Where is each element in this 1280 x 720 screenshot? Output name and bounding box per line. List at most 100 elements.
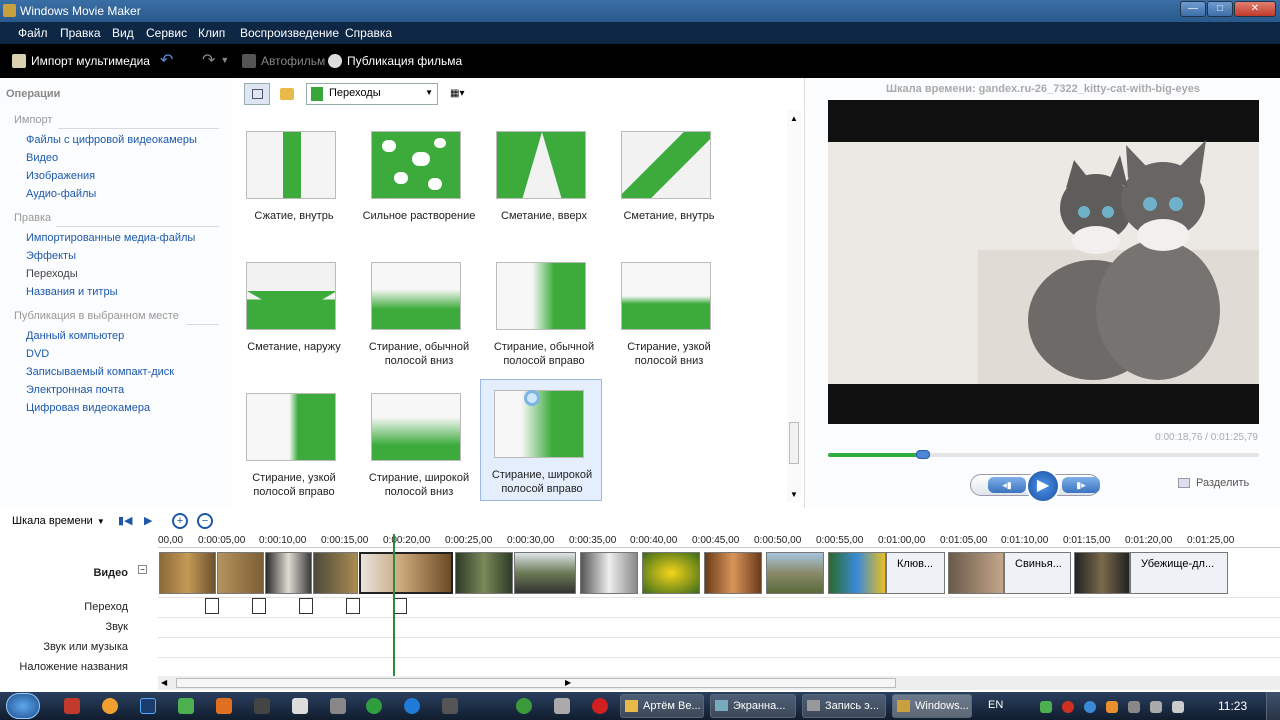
transition-marker[interactable] xyxy=(205,598,219,614)
menu-service[interactable]: Сервис xyxy=(146,26,187,40)
maximize-button[interactable]: □ xyxy=(1207,1,1233,17)
video-clip[interactable] xyxy=(514,552,576,594)
task-audio[interactable]: Аудио-файлы xyxy=(26,188,96,200)
minimize-button[interactable]: — xyxy=(1180,1,1206,17)
timeline-mode-button[interactable]: Шкала времени ▼ xyxy=(12,515,105,527)
clock[interactable]: 11:23 xyxy=(1218,699,1247,713)
tray-icon[interactable] xyxy=(1128,701,1140,713)
tray-icon[interactable] xyxy=(1084,701,1096,713)
menu-view[interactable]: Вид xyxy=(112,26,134,40)
tray-icon[interactable] xyxy=(1040,701,1052,713)
video-clip[interactable]: Свинья... xyxy=(1004,552,1071,594)
video-clip[interactable]: Убежище-дл... xyxy=(1130,552,1228,594)
video-clip[interactable]: Клюв... xyxy=(886,552,945,594)
redo-button[interactable]: ↷ ▼ xyxy=(202,50,229,70)
transition-tile[interactable]: Стирание, широкой полосой вниз xyxy=(357,382,479,504)
video-clip[interactable] xyxy=(217,552,264,594)
taskbar-app-icon[interactable] xyxy=(554,698,570,714)
folder-up-icon[interactable] xyxy=(280,88,294,100)
taskbar-app-icon[interactable] xyxy=(254,698,270,714)
transition-marker[interactable] xyxy=(299,598,313,614)
video-clip[interactable] xyxy=(642,552,700,594)
video-clip[interactable] xyxy=(948,552,1004,594)
taskbar-app-icon[interactable] xyxy=(64,698,80,714)
menu-help[interactable]: Справка xyxy=(345,26,392,40)
undo-button[interactable]: ↶ xyxy=(160,50,173,70)
menu-playback[interactable]: Воспроизведение xyxy=(240,26,339,40)
task-effects[interactable]: Эффекты xyxy=(26,250,76,262)
collection-dropdown[interactable]: Переходы ▼ xyxy=(306,83,438,105)
playhead[interactable] xyxy=(393,534,395,676)
taskbar-button-active[interactable]: Windows... xyxy=(892,694,972,718)
zoom-in-icon[interactable]: + xyxy=(172,513,188,529)
taskbar-button[interactable]: Запись э... xyxy=(802,694,886,718)
start-button[interactable] xyxy=(6,693,40,719)
video-clip[interactable] xyxy=(359,552,453,594)
menu-clip[interactable]: Клип xyxy=(198,26,225,40)
taskbar-app-icon[interactable] xyxy=(330,698,346,714)
menu-file[interactable]: Файл xyxy=(18,26,48,40)
taskbar-app-icon[interactable] xyxy=(404,698,420,714)
transition-tile[interactable]: Сметание, внутрь xyxy=(607,120,729,242)
transition-marker[interactable] xyxy=(346,598,360,614)
taskbar-app-icon[interactable] xyxy=(216,698,232,714)
timeline-scrollbar[interactable]: ◀ ▶ xyxy=(158,676,1280,690)
transition-tile[interactable]: Стирание, обычной полосой вниз xyxy=(357,251,479,373)
transition-tile[interactable]: Стирание, обычной полосой вправо xyxy=(482,251,604,373)
transition-marker[interactable] xyxy=(252,598,266,614)
transitions-scrollbar[interactable]: ▲ ▼ xyxy=(787,110,801,502)
task-video[interactable]: Видео xyxy=(26,152,58,164)
transition-tile[interactable]: Сильное растворение xyxy=(357,120,479,242)
taskbar-app-icon[interactable] xyxy=(178,698,194,714)
task-cd[interactable]: Записываемый компакт-диск xyxy=(26,366,174,378)
transition-tile[interactable]: Стирание, узкой полосой вниз xyxy=(607,251,729,373)
video-clip[interactable] xyxy=(313,552,358,594)
automovie-button[interactable]: Автофильм xyxy=(242,54,325,68)
transition-tile[interactable]: Сметание, вверх xyxy=(482,120,604,242)
video-clip[interactable] xyxy=(455,552,513,594)
video-clip[interactable] xyxy=(766,552,824,594)
tray-icon[interactable] xyxy=(1172,701,1184,713)
previous-frame-button[interactable]: ◂▮ xyxy=(988,477,1026,493)
transition-marker[interactable] xyxy=(393,598,407,614)
zoom-out-icon[interactable]: − xyxy=(197,513,213,529)
publish-movie-button[interactable]: Публикация фильма xyxy=(328,54,462,68)
language-indicator[interactable]: EN xyxy=(988,699,1003,711)
transition-tile[interactable]: Стирание, узкой полосой вправо xyxy=(232,382,354,504)
tray-icon[interactable] xyxy=(1150,701,1162,713)
tray-icon[interactable] xyxy=(1062,701,1074,713)
taskbar-button[interactable]: Экранна... xyxy=(710,694,796,718)
collapse-icon[interactable]: − xyxy=(138,565,147,574)
taskbar-app-icon[interactable] xyxy=(366,698,382,714)
task-this-computer[interactable]: Данный компьютер xyxy=(26,330,124,342)
close-button[interactable]: ✕ xyxy=(1234,1,1276,17)
taskbar-app-icon[interactable] xyxy=(592,698,608,714)
split-button[interactable]: Разделить xyxy=(1178,477,1249,489)
video-clip[interactable] xyxy=(828,552,886,594)
task-email[interactable]: Электронная почта xyxy=(26,384,124,396)
seekbar-thumb[interactable] xyxy=(915,450,930,459)
task-camera-files[interactable]: Файлы с цифровой видеокамеры xyxy=(26,134,197,146)
video-clip[interactable] xyxy=(704,552,762,594)
transition-tile[interactable]: Сметание, наружу xyxy=(232,251,354,373)
scroll-thumb[interactable] xyxy=(789,422,799,464)
play-button[interactable]: ▶ xyxy=(1026,469,1060,503)
taskbar-app-icon[interactable] xyxy=(516,698,532,714)
video-clip[interactable] xyxy=(1074,552,1130,594)
video-clip[interactable] xyxy=(265,552,312,594)
transition-tile-selected[interactable]: Стирание, широкой полосой вправо xyxy=(480,379,602,501)
scroll-thumb[interactable] xyxy=(176,678,896,688)
task-imported-media[interactable]: Импортированные медиа-файлы xyxy=(26,232,195,244)
preview-seekbar[interactable] xyxy=(828,450,1259,459)
task-images[interactable]: Изображения xyxy=(26,170,95,182)
show-desktop-button[interactable] xyxy=(1266,692,1280,720)
task-titles[interactable]: Названия и титры xyxy=(26,286,118,298)
rewind-icon[interactable]: ▮◀ xyxy=(118,514,133,527)
video-clip[interactable] xyxy=(580,552,638,594)
taskbar-app-icon[interactable] xyxy=(102,698,118,714)
task-digital-camera[interactable]: Цифровая видеокамера xyxy=(26,402,150,414)
view-options-icon[interactable]: ▦▾ xyxy=(450,88,472,100)
import-media-button[interactable]: Импорт мультимедиа xyxy=(12,54,150,68)
video-clip[interactable] xyxy=(159,552,216,594)
task-transitions[interactable]: Переходы xyxy=(26,268,78,280)
